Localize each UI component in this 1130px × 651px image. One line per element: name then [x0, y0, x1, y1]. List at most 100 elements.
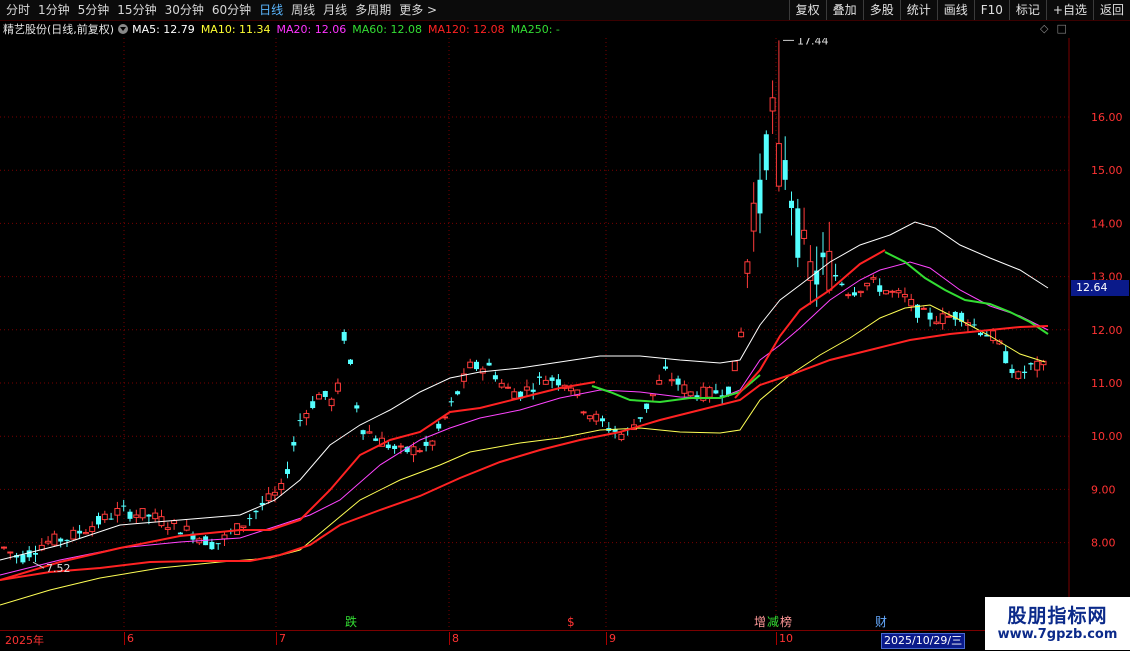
- diamond-icon[interactable]: ◇: [1040, 22, 1048, 35]
- candle-body: [511, 391, 518, 399]
- candle-body: [82, 532, 89, 535]
- candle-body: [240, 525, 247, 529]
- candle-body: [486, 362, 492, 366]
- candle-body: [209, 541, 215, 550]
- event-marker[interactable]: 增: [754, 615, 766, 629]
- candle-body: [51, 533, 58, 546]
- candle-body: [883, 290, 889, 295]
- toolbar-button-0[interactable]: 复权: [788, 0, 826, 20]
- candle-body: [164, 527, 171, 530]
- tab-period-4[interactable]: 30分钟: [161, 0, 208, 20]
- candle-body: [618, 433, 625, 441]
- candle-body: [530, 389, 536, 392]
- toolbar-button-4[interactable]: 画线: [936, 0, 974, 20]
- candle-body: [895, 290, 902, 294]
- candle-body: [744, 261, 751, 274]
- ma-legend: MA5: 12.79 MA10: 11.34 MA20: 12.06 MA60: 12…: [132, 23, 566, 36]
- candle-body: [498, 382, 505, 388]
- candle-body: [757, 179, 763, 214]
- candlestick-chart[interactable]: 16.0015.0014.0013.0012.0011.0010.009.008…: [0, 38, 1130, 630]
- event-marker[interactable]: 财: [875, 615, 887, 629]
- candle-body: [750, 202, 757, 232]
- candle-body: [26, 550, 32, 558]
- candle-body: [436, 423, 442, 429]
- toolbar-button-2[interactable]: 多股: [862, 0, 900, 20]
- candle-body: [1034, 360, 1041, 371]
- toolbar-button-5[interactable]: F10: [973, 0, 1009, 20]
- candle-body: [474, 361, 479, 370]
- time-axis-label: 6: [124, 632, 134, 645]
- candle-body: [864, 282, 871, 287]
- candle-body: [1015, 371, 1022, 379]
- candle-body: [423, 441, 429, 446]
- candle-body: [348, 359, 353, 364]
- tab-period-10[interactable]: 更多 >: [395, 0, 441, 20]
- candle-body: [221, 534, 228, 540]
- candle-body: [183, 525, 190, 531]
- ma-dropdown-icon[interactable]: [118, 24, 129, 34]
- candle-body: [96, 516, 101, 525]
- candle-body: [769, 97, 776, 112]
- price-axis-label: 15.00: [1091, 164, 1123, 177]
- candle-body: [322, 391, 328, 397]
- ma-legend-item: MA5: 12.79: [132, 22, 195, 36]
- candle-body: [397, 445, 404, 448]
- candle-body: [600, 418, 605, 422]
- price-axis-label: 16.00: [1091, 111, 1123, 124]
- candle-body: [215, 543, 221, 545]
- tab-period-5[interactable]: 60分钟: [208, 0, 255, 20]
- tab-period-8[interactable]: 月线: [319, 0, 351, 20]
- price-axis-label: 12.00: [1091, 324, 1123, 337]
- candle-body: [637, 417, 643, 419]
- toolbar-button-3[interactable]: 统计: [899, 0, 937, 20]
- cursor-date: 2025/10/29/三: [881, 633, 966, 649]
- ma250-line: [0, 325, 1049, 581]
- price-axis-label: 14.00: [1091, 217, 1123, 230]
- candle-body: [77, 530, 83, 534]
- stock-title: 精艺股份(日线,前复权): [3, 23, 115, 36]
- price-axis-label: 9.00: [1091, 483, 1116, 496]
- candle-body: [133, 514, 140, 518]
- high-price-label: 17.44: [797, 38, 829, 47]
- time-axis-label: 9: [606, 632, 616, 645]
- candle-body: [139, 508, 146, 519]
- tab-period-7[interactable]: 周线: [287, 0, 319, 20]
- corner-icons: ◇ □: [1040, 22, 1075, 35]
- toolbar-button-8[interactable]: 返回: [1092, 0, 1130, 20]
- event-marker[interactable]: 减: [767, 615, 779, 629]
- time-axis-label: 2025年: [5, 634, 44, 647]
- tab-period-2[interactable]: 5分钟: [74, 0, 114, 20]
- time-axis-label: 7: [276, 632, 286, 645]
- tab-period-1[interactable]: 1分钟: [34, 0, 74, 20]
- time-axis-label: 8: [449, 632, 459, 645]
- tab-period-0[interactable]: 分时: [2, 0, 34, 20]
- candle-body: [1028, 363, 1034, 365]
- candle-body: [392, 445, 398, 450]
- event-marker[interactable]: $: [567, 615, 575, 629]
- price-axis-label: 8.00: [1091, 537, 1116, 550]
- event-marker[interactable]: 榜: [780, 614, 792, 629]
- candle-body: [297, 420, 303, 422]
- period-tabs: 分时 1分钟 5分钟 15分钟 30分钟 60分钟 日线 周线 月线 多周期 更多 >: [2, 0, 441, 20]
- toolbar-button-6[interactable]: 标记: [1008, 0, 1046, 20]
- candle-body: [492, 375, 498, 380]
- candle-body: [114, 507, 121, 516]
- candle-body: [789, 200, 794, 208]
- square-icon[interactable]: □: [1056, 22, 1066, 35]
- ma5-line: [0, 221, 1049, 561]
- candle-body: [939, 313, 946, 325]
- candle-body: [328, 398, 335, 407]
- event-marker[interactable]: 跌: [345, 614, 357, 629]
- tab-period-6[interactable]: 日线: [255, 0, 287, 20]
- toolbar-button-1[interactable]: 叠加: [825, 0, 863, 20]
- candle-body: [649, 393, 656, 397]
- tab-period-9[interactable]: 多周期: [351, 0, 395, 20]
- candle-body: [354, 405, 360, 409]
- watermark-url: www.7gpzb.com: [997, 627, 1118, 642]
- candle-body: [316, 394, 322, 400]
- candle-body: [33, 553, 38, 555]
- candle-body: [706, 387, 713, 398]
- tab-period-3[interactable]: 15分钟: [113, 0, 160, 20]
- toolbar-button-7[interactable]: +自选: [1045, 0, 1093, 20]
- candle-body: [234, 523, 241, 535]
